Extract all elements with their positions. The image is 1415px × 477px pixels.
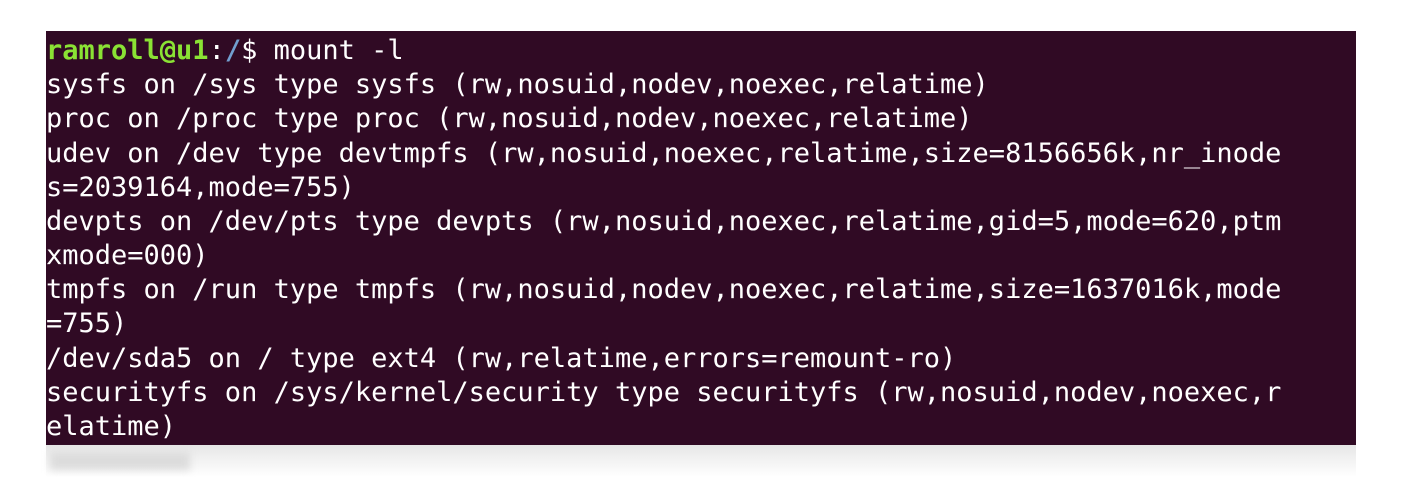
prompt-symbol: $ (241, 35, 274, 66)
output-line: securityfs on /sys/kernel/security type … (46, 377, 1282, 408)
output-line: devpts on /dev/pts type devpts (rw,nosui… (46, 206, 1282, 237)
terminal-shadow (46, 445, 1356, 477)
output-line: tmpfs on /run type tmpfs (rw,nosuid,node… (46, 274, 1282, 305)
prompt-path: / (224, 35, 242, 66)
prompt-user-host: ramroll@u1 (46, 35, 209, 66)
screenshot-page: ramroll@u1:/$ mount -l sysfs on /sys typ… (0, 0, 1415, 477)
command-text: mount -l (273, 35, 404, 66)
output-line: xmode=000) (46, 240, 209, 271)
blurred-region (50, 452, 190, 470)
output-line: proc on /proc type proc (rw,nosuid,nodev… (46, 103, 973, 134)
prompt-separator: : (208, 35, 225, 66)
output-line: sysfs on /sys type sysfs (rw,nosuid,node… (46, 69, 989, 100)
output-line: s=2039164,mode=755) (46, 172, 355, 203)
terminal-window[interactable]: ramroll@u1:/$ mount -l sysfs on /sys typ… (46, 31, 1356, 445)
output-line: udev on /dev type devtmpfs (rw,nosuid,no… (46, 138, 1282, 169)
prompt-line: ramroll@u1:/$ mount -l (46, 34, 404, 68)
output-line: /dev/sda5 on / type ext4 (rw,relatime,er… (46, 343, 957, 374)
output-line: elatime) (46, 411, 177, 442)
output-line: =755) (46, 308, 128, 339)
